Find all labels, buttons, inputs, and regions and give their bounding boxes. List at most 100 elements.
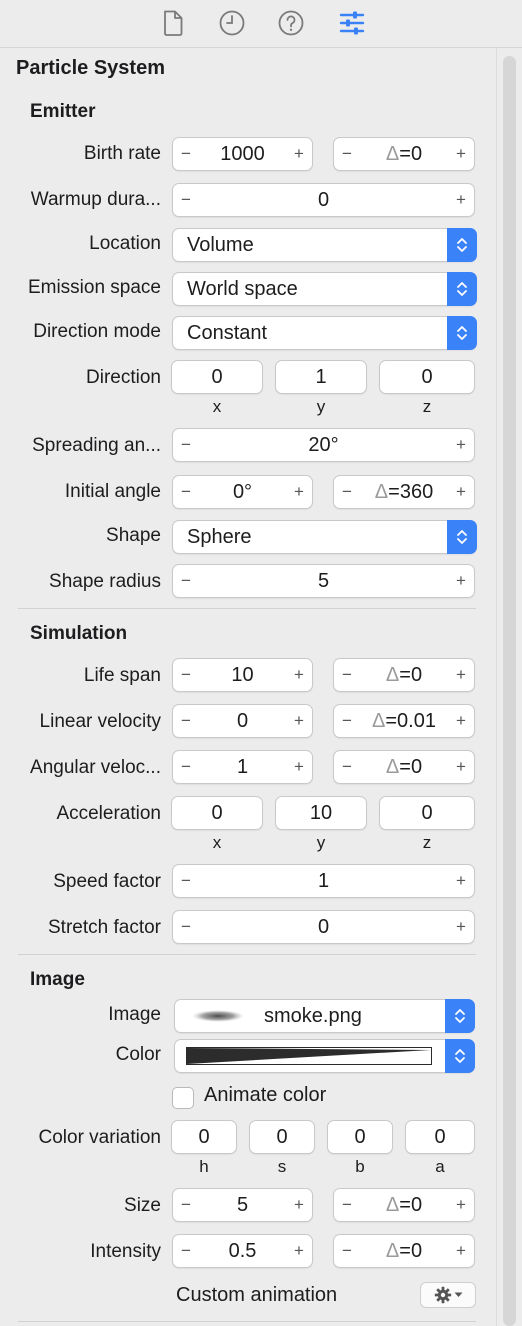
birth-rate-delta-value[interactable]: Δ=0 [360,143,448,166]
angular-velocity-stepper[interactable]: − 1 + [172,750,313,784]
decrement-button[interactable]: − [334,711,360,731]
decrement-button[interactable]: − [173,144,199,164]
decrement-button[interactable]: − [334,482,360,502]
increment-button[interactable]: + [448,1195,474,1215]
attributes-inspector-tab[interactable] [334,6,370,40]
decrement-button[interactable]: − [334,1241,360,1261]
image-select[interactable]: smoke.png [174,999,475,1033]
speed-factor-stepper[interactable]: − 1 + [172,864,475,898]
color-variation-a-field[interactable]: 0 [405,1120,475,1154]
increment-button[interactable]: + [448,1241,474,1261]
size-stepper[interactable]: − 5 + [172,1188,313,1222]
life-span-stepper[interactable]: − 10 + [172,658,313,692]
intensity-delta-value[interactable]: Δ=0 [360,1240,448,1263]
increment-button[interactable]: + [448,144,474,164]
initial-angle-value[interactable]: 0° [199,481,286,504]
life-span-delta-stepper[interactable]: − Δ=0 + [333,658,475,692]
increment-button[interactable]: + [286,482,312,502]
increment-button[interactable]: + [448,757,474,777]
angular-velocity-delta-value[interactable]: Δ=0 [360,756,448,779]
color-gradient-select[interactable] [174,1039,475,1073]
initial-angle-delta-stepper[interactable]: − Δ=360 + [333,475,475,509]
initial-angle-delta-value[interactable]: Δ=360 [360,481,448,504]
direction-z-field[interactable]: 0 [379,360,475,394]
custom-animation-menu-button[interactable] [420,1282,476,1308]
life-span-delta-value[interactable]: Δ=0 [360,664,448,687]
birth-rate-value[interactable]: 1000 [199,143,286,166]
color-variation-h-field[interactable]: 0 [171,1120,237,1154]
decrement-button[interactable]: − [173,757,199,777]
acceleration-z-field[interactable]: 0 [379,796,475,830]
decrement-button[interactable]: − [173,482,199,502]
decrement-button[interactable]: − [173,190,199,210]
warmup-stepper[interactable]: − 0 + [172,183,475,217]
birth-rate-delta-stepper[interactable]: − Δ=0 + [333,137,475,171]
decrement-button[interactable]: − [173,665,199,685]
size-value[interactable]: 5 [199,1194,286,1217]
increment-button[interactable]: + [448,917,474,937]
increment-button[interactable]: + [448,482,474,502]
increment-button[interactable]: + [286,144,312,164]
decrement-button[interactable]: − [173,711,199,731]
increment-button[interactable]: + [286,1241,312,1261]
decrement-button[interactable]: − [173,871,199,891]
increment-button[interactable]: + [286,757,312,777]
direction-y-field[interactable]: 1 [275,360,367,394]
increment-button[interactable]: + [448,871,474,891]
stretch-factor-value[interactable]: 0 [199,916,448,939]
size-label: Size [124,1195,161,1216]
shape-radius-value[interactable]: 5 [199,570,448,593]
initial-angle-stepper[interactable]: − 0° + [172,475,313,509]
color-variation-s-field[interactable]: 0 [249,1120,315,1154]
shape-radius-stepper[interactable]: − 5 + [172,564,475,598]
decrement-button[interactable]: − [173,917,199,937]
intensity-delta-stepper[interactable]: − Δ=0 + [333,1234,475,1268]
decrement-button[interactable]: − [334,144,360,164]
scrollbar-thumb[interactable] [503,56,516,1326]
increment-button[interactable]: + [448,665,474,685]
increment-button[interactable]: + [286,1195,312,1215]
spreading-angle-stepper[interactable]: − 20° + [172,428,475,462]
emission-space-select[interactable]: World space [172,272,477,306]
speed-factor-value[interactable]: 1 [199,870,448,893]
linear-velocity-delta-value[interactable]: Δ=0.01 [360,710,448,733]
increment-button[interactable]: + [448,435,474,455]
decrement-button[interactable]: − [173,571,199,591]
increment-button[interactable]: + [448,711,474,731]
decrement-button[interactable]: − [173,1241,199,1261]
size-delta-value[interactable]: Δ=0 [360,1194,448,1217]
help-inspector-tab[interactable] [273,6,309,40]
direction-x-field[interactable]: 0 [171,360,263,394]
linear-velocity-value[interactable]: 0 [199,710,286,733]
location-select[interactable]: Volume [172,228,477,262]
angular-velocity-delta-stepper[interactable]: − Δ=0 + [333,750,475,784]
shape-select[interactable]: Sphere [172,520,477,554]
stretch-factor-stepper[interactable]: − 0 + [172,910,475,944]
linear-velocity-stepper[interactable]: − 0 + [172,704,313,738]
history-inspector-tab[interactable] [214,6,250,40]
decrement-button[interactable]: − [334,757,360,777]
angular-velocity-value[interactable]: 1 [199,756,286,779]
linear-velocity-delta-stepper[interactable]: − Δ=0.01 + [333,704,475,738]
color-variation-b-field[interactable]: 0 [327,1120,393,1154]
size-delta-stepper[interactable]: − Δ=0 + [333,1188,475,1222]
acceleration-y-field[interactable]: 10 [275,796,367,830]
decrement-button[interactable]: − [173,1195,199,1215]
warmup-value[interactable]: 0 [199,189,448,212]
birth-rate-stepper[interactable]: − 1000 + [172,137,313,171]
increment-button[interactable]: + [286,711,312,731]
life-span-value[interactable]: 10 [199,664,286,687]
increment-button[interactable]: + [448,571,474,591]
acceleration-x-field[interactable]: 0 [171,796,263,830]
decrement-button[interactable]: − [334,1195,360,1215]
direction-mode-select[interactable]: Constant [172,316,477,350]
intensity-value[interactable]: 0.5 [199,1240,286,1263]
animate-color-checkbox[interactable] [172,1087,194,1109]
spreading-angle-value[interactable]: 20° [199,434,448,457]
decrement-button[interactable]: − [173,435,199,455]
increment-button[interactable]: + [286,665,312,685]
intensity-stepper[interactable]: − 0.5 + [172,1234,313,1268]
decrement-button[interactable]: − [334,665,360,685]
increment-button[interactable]: + [448,190,474,210]
file-inspector-tab[interactable] [155,6,191,40]
